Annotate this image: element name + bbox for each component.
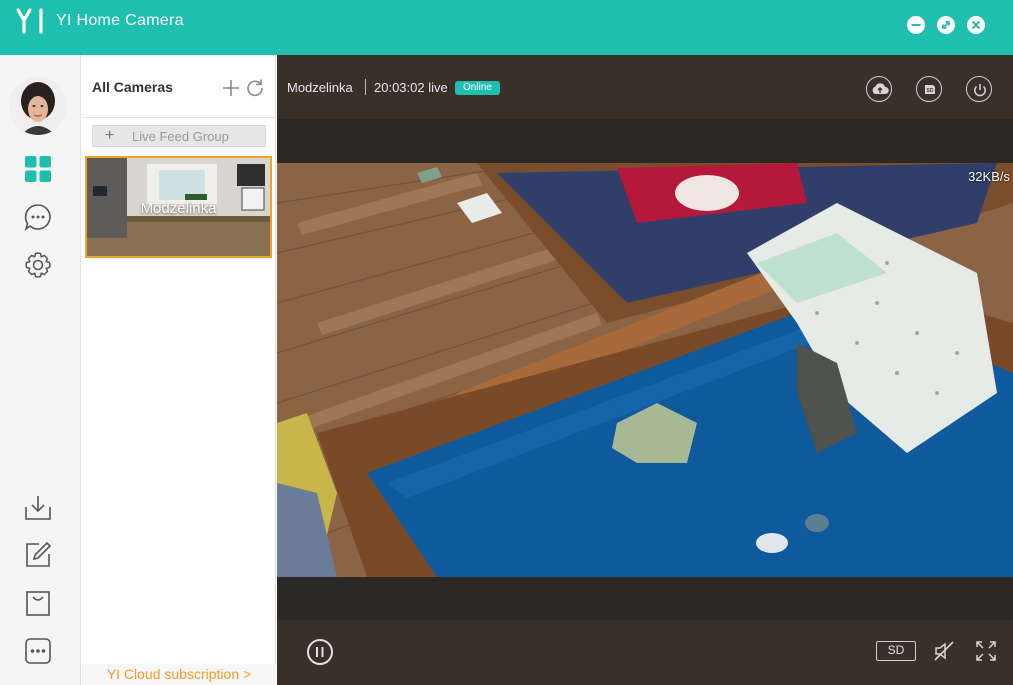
- plus-icon: +: [105, 127, 115, 144]
- viewer-header: Modzelinka 20:03:02 live Online SD: [277, 55, 1013, 119]
- status-badge: Online: [455, 81, 500, 95]
- live-video-feed[interactable]: 32KB/s: [277, 163, 1013, 577]
- minimize-button[interactable]: [907, 16, 925, 34]
- pause-icon: [316, 647, 324, 657]
- group-button-label: Live Feed Group: [132, 129, 229, 144]
- shop-bag-icon[interactable]: [24, 589, 52, 617]
- chat-icon[interactable]: [24, 203, 52, 231]
- mute-icon[interactable]: [933, 640, 955, 662]
- fullscreen-icon[interactable]: [975, 640, 997, 662]
- download-icon[interactable]: [24, 493, 52, 521]
- pause-button[interactable]: [307, 639, 333, 665]
- header-separator: [365, 79, 366, 95]
- letterbox-top: [277, 119, 1013, 163]
- svg-text:SD: SD: [927, 88, 934, 94]
- edit-icon[interactable]: [24, 541, 52, 569]
- camera-thumbnail-label: Modzelinka: [140, 200, 217, 217]
- close-icon: [971, 20, 981, 30]
- cloud-upload-icon: [872, 83, 889, 94]
- app-title: YI Home Camera: [56, 12, 184, 29]
- camera-list-panel: All Cameras + Live Feed Group Modzelinka…: [82, 55, 276, 685]
- restore-icon: [942, 21, 950, 29]
- cloud-upload-button[interactable]: [866, 76, 892, 102]
- avatar[interactable]: [9, 77, 67, 135]
- sd-card-icon: SD: [925, 85, 935, 94]
- bitrate-readout: 32KB/s: [968, 169, 1010, 184]
- add-camera-icon[interactable]: [221, 78, 241, 98]
- divider: [82, 117, 276, 118]
- panel-title: All Cameras: [92, 79, 173, 95]
- power-icon: [974, 84, 986, 97]
- cloud-subscription-link[interactable]: YI Cloud subscription >: [82, 664, 276, 685]
- app-window: YI Home Camera All Cameras + Live Feed G…: [0, 0, 1013, 685]
- yi-logo: [16, 8, 43, 34]
- letterbox-bottom: [277, 577, 1013, 620]
- camera-viewer: Modzelinka 20:03:02 live Online SD 32KB/…: [277, 55, 1013, 685]
- user-photo: [9, 77, 67, 135]
- restore-button[interactable]: [937, 16, 955, 34]
- minimize-icon: [911, 24, 921, 26]
- sd-card-button[interactable]: SD: [916, 76, 942, 102]
- power-button[interactable]: [966, 76, 992, 102]
- grid-icon[interactable]: [24, 155, 52, 183]
- nav-rail: [0, 55, 81, 685]
- more-icon[interactable]: [24, 637, 52, 665]
- quality-sd-button[interactable]: SD: [876, 641, 916, 661]
- live-feed-group-button[interactable]: + Live Feed Group: [92, 125, 266, 147]
- live-time: 20:03:02 live: [374, 80, 448, 95]
- video-frame: [277, 163, 1013, 577]
- panel-actions: [221, 77, 267, 99]
- refresh-icon[interactable]: [245, 78, 265, 98]
- settings-gear-icon[interactable]: [24, 251, 52, 279]
- camera-thumbnail[interactable]: Modzelinka: [85, 156, 272, 258]
- close-button[interactable]: [967, 16, 985, 34]
- camera-name: Modzelinka: [287, 80, 353, 95]
- playback-controls: SD: [277, 620, 1013, 685]
- title-bar: YI Home Camera: [0, 0, 1013, 55]
